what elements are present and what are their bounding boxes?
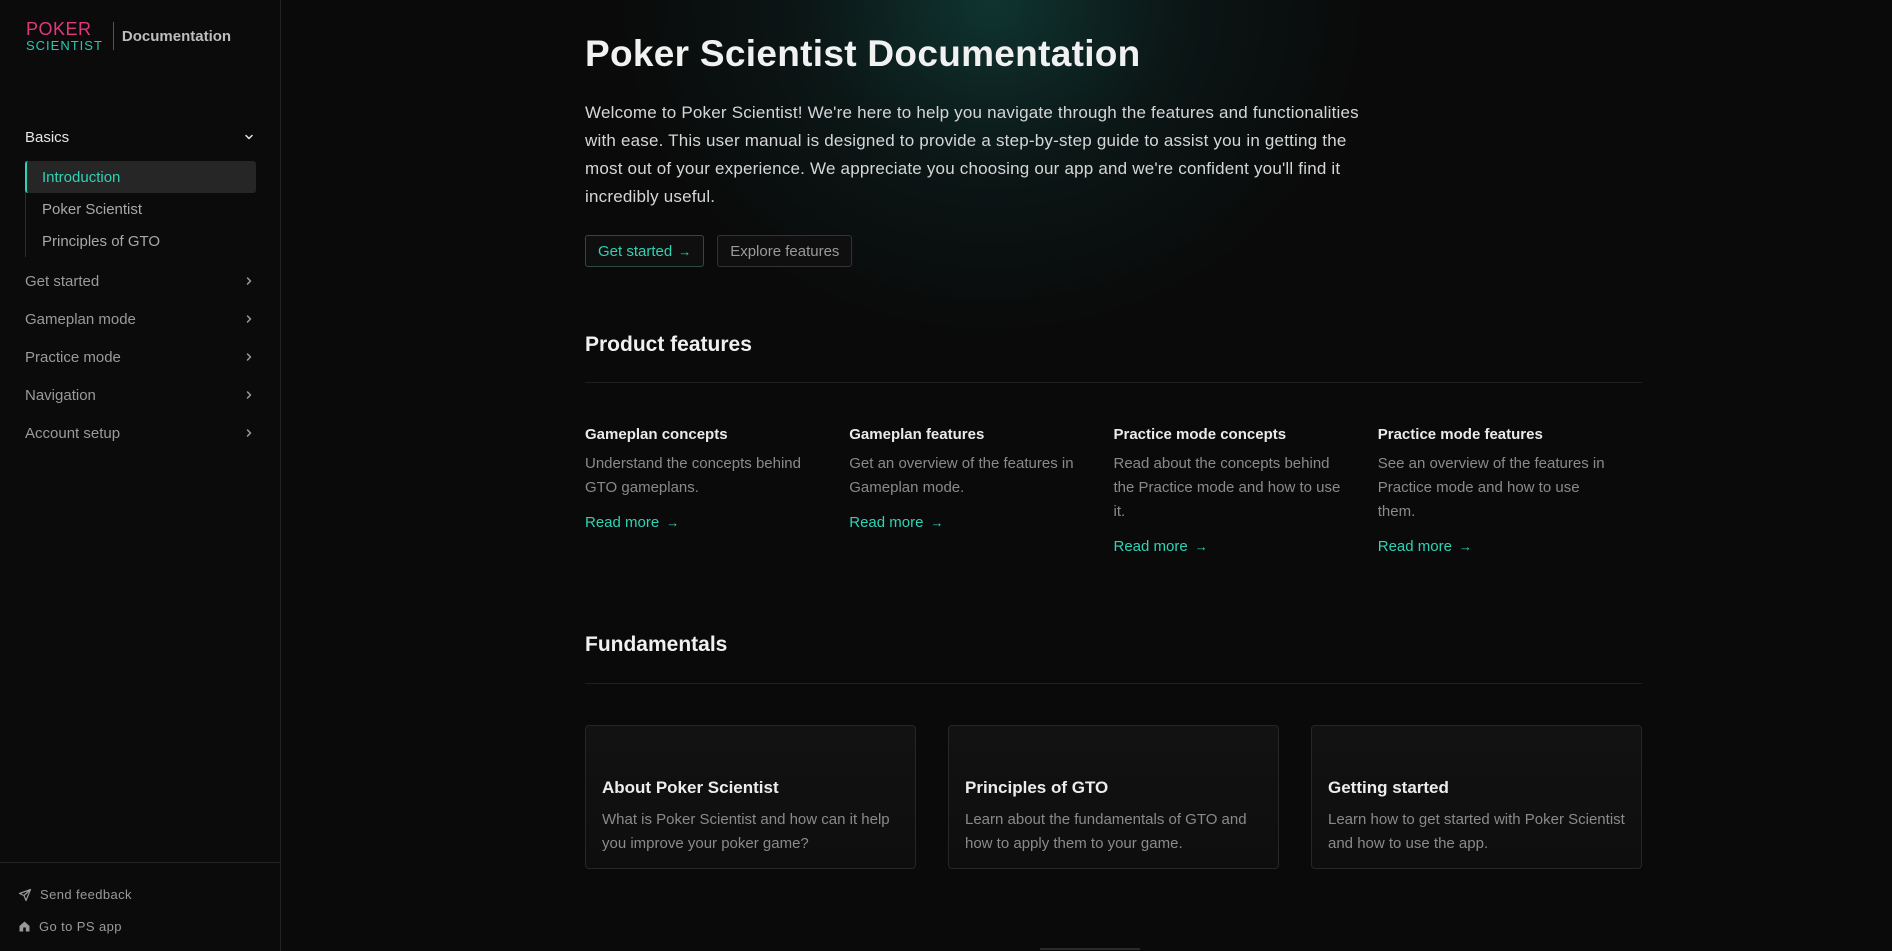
poker-scientist-logo[interactable]: POKER SCIENTIST (26, 20, 103, 52)
nav-group-label: Practice mode (25, 348, 121, 366)
chevron-right-icon (242, 388, 256, 402)
go-to-app-link[interactable]: Go to PS app (18, 919, 122, 934)
feature-description: See an overview of the features in Pract… (1377, 455, 1605, 520)
nav-group-navigation[interactable]: Navigation (25, 376, 256, 414)
arrow-right-icon: → (678, 243, 692, 259)
go-to-app-label: Go to PS app (39, 919, 122, 934)
get-started-button[interactable]: Get started → (585, 235, 705, 267)
partial-element-below-fold (1040, 948, 1140, 950)
chevron-right-icon (242, 312, 256, 326)
section-divider (585, 683, 1642, 684)
fundamentals-cards: About Poker Scientist What is Poker Scie… (585, 725, 1642, 869)
card-principles-of-gto[interactable]: Principles of GTO Learn about the fundam… (948, 725, 1279, 869)
read-more-link[interactable]: Read more → (849, 514, 943, 531)
sidebar-item-introduction[interactable]: Introduction (25, 161, 256, 193)
feature-item: Gameplan concepts Understand the concept… (585, 426, 849, 556)
nav-group-basics[interactable]: Basics (25, 118, 256, 156)
sidebar-footer: Send feedback Go to PS app (0, 862, 281, 951)
nav-group-label: Basics (25, 128, 70, 146)
page-title: Poker Scientist Documentation (585, 33, 1141, 74)
card-title: Getting started (1328, 778, 1449, 797)
feature-title: Practice mode concepts (1113, 426, 1287, 443)
card-title: About Poker Scientist (602, 778, 779, 797)
logo-line-2: SCIENTIST (26, 38, 103, 53)
sidebar-item-poker-scientist[interactable]: Poker Scientist (26, 193, 256, 225)
feature-item: Gameplan features Get an overview of the… (849, 426, 1113, 556)
brand-section-label: Documentation (121, 27, 232, 45)
main-content: Poker Scientist Documentation Welcome to… (282, 0, 1892, 951)
get-started-label: Get started (598, 242, 673, 260)
sidebar-item-principles-of-gto[interactable]: Principles of GTO (26, 225, 256, 257)
nav-group-account-setup[interactable]: Account setup (25, 414, 256, 452)
chevron-down-icon (242, 130, 256, 144)
read-more-link[interactable]: Read more → (1378, 538, 1472, 555)
sidebar-nav: Basics Introduction Poker Scientist Prin… (25, 118, 256, 452)
feature-item: Practice mode concepts Read about the co… (1114, 426, 1378, 556)
nav-group-practice-mode[interactable]: Practice mode (25, 338, 256, 376)
card-title: Principles of GTO (965, 778, 1109, 797)
basics-subnav: Introduction Poker Scientist Principles … (25, 161, 256, 257)
feature-list: Gameplan concepts Understand the concept… (585, 426, 1642, 556)
card-getting-started[interactable]: Getting started Learn how to get started… (1311, 725, 1642, 869)
card-description: Learn about the fundamentals of GTO and … (965, 811, 1247, 852)
read-more-label: Read more (1113, 538, 1188, 555)
feature-item: Practice mode features See an overview o… (1378, 426, 1642, 556)
hero-actions: Get started → Explore features (585, 235, 853, 267)
card-about-poker-scientist[interactable]: About Poker Scientist What is Poker Scie… (585, 725, 916, 869)
section-title-fundamentals: Fundamentals (585, 633, 728, 656)
arrow-right-icon: → (930, 515, 944, 530)
chevron-right-icon (242, 350, 256, 364)
nav-group-label: Account setup (25, 424, 121, 442)
arrow-right-icon: → (1194, 539, 1208, 554)
feature-title: Gameplan concepts (585, 426, 728, 443)
brand[interactable]: POKER SCIENTIST Documentation (26, 20, 232, 52)
logo-line-1: POKER (26, 19, 92, 39)
explore-features-label: Explore features (730, 242, 840, 260)
arrow-right-icon: → (1458, 539, 1472, 554)
feature-description: Get an overview of the features in Gamep… (849, 455, 1074, 496)
intro-paragraph: Welcome to Poker Scientist! We're here t… (585, 103, 1359, 206)
explore-features-button[interactable]: Explore features (717, 235, 853, 267)
read-more-label: Read more (585, 514, 660, 531)
send-icon (18, 888, 32, 901)
feature-description: Read about the concepts behind the Pract… (1113, 455, 1341, 520)
read-more-label: Read more (849, 514, 924, 531)
feature-title: Practice mode features (1377, 426, 1543, 443)
send-feedback-link[interactable]: Send feedback (18, 887, 132, 902)
send-feedback-label: Send feedback (40, 887, 132, 902)
read-more-link[interactable]: Read more → (585, 514, 679, 531)
chevron-right-icon (242, 426, 256, 440)
read-more-link[interactable]: Read more → (1114, 538, 1208, 555)
card-description: Learn how to get started with Poker Scie… (1328, 811, 1625, 852)
section-divider (585, 382, 1642, 383)
nav-group-get-started[interactable]: Get started (25, 262, 256, 300)
feature-title: Gameplan features (849, 426, 985, 443)
home-icon (19, 921, 30, 932)
nav-group-label: Get started (25, 272, 100, 290)
sidebar: POKER SCIENTIST Documentation Basics Int… (0, 0, 281, 951)
section-title-product-features: Product features (585, 333, 752, 356)
nav-group-label: Navigation (25, 386, 96, 404)
read-more-label: Read more (1377, 538, 1452, 555)
nav-group-gameplan-mode[interactable]: Gameplan mode (25, 300, 256, 338)
brand-divider (112, 22, 114, 50)
nav-group-label: Gameplan mode (25, 310, 136, 328)
card-description: What is Poker Scientist and how can it h… (602, 811, 890, 852)
feature-description: Understand the concepts behind GTO gamep… (585, 455, 801, 496)
arrow-right-icon: → (666, 515, 680, 530)
chevron-right-icon (242, 274, 256, 288)
